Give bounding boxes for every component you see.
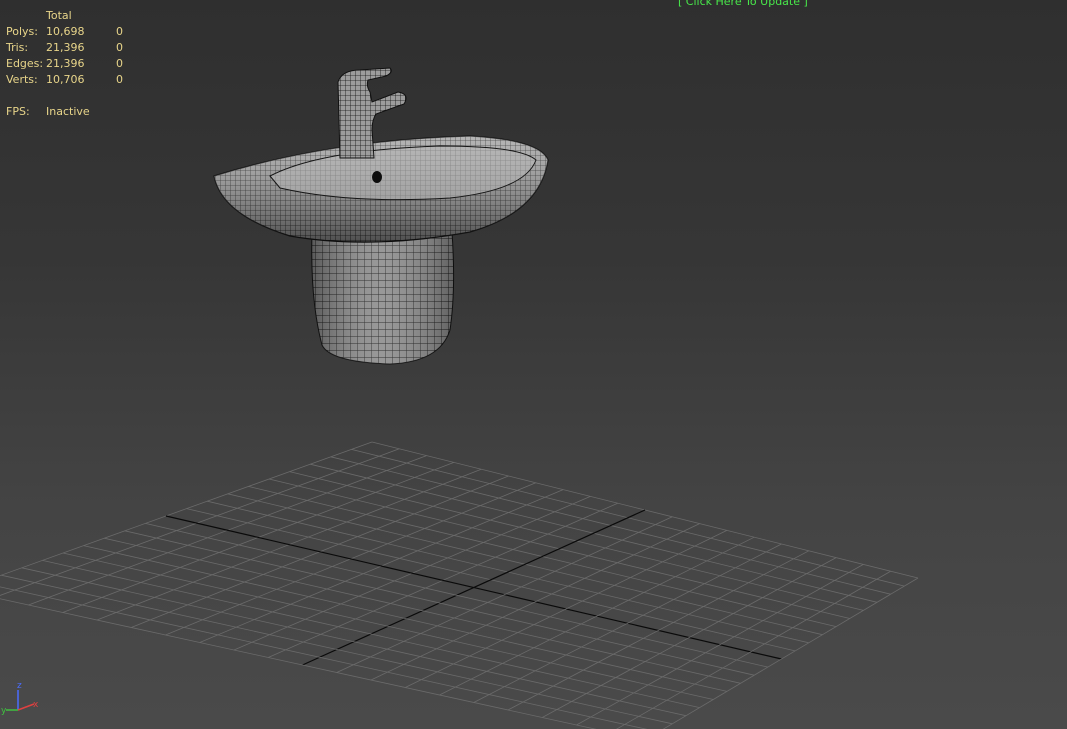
drain-hole	[372, 171, 382, 183]
polys-total: 10,698	[46, 25, 85, 38]
verts-label: Verts:	[6, 73, 38, 86]
pedestal-shading	[311, 232, 454, 364]
tris-selected: 0	[116, 41, 123, 54]
axis-z-label: z	[17, 681, 22, 691]
3d-viewport[interactable]: z x y Total Polys: 10,698 0 Tris: 21,396…	[0, 0, 1067, 729]
fps-label: FPS:	[6, 105, 30, 118]
tris-total: 21,396	[46, 41, 85, 54]
polys-label: Polys:	[6, 25, 38, 38]
axis-x-label: x	[33, 700, 39, 710]
edges-label: Edges:	[6, 57, 44, 70]
edges-total: 21,396	[46, 57, 85, 70]
home-grid	[0, 441, 919, 729]
viewport-scene[interactable]: z x y	[0, 0, 1067, 729]
stats-header: Total	[46, 9, 72, 22]
edges-selected: 0	[116, 57, 123, 70]
axis-tripod: z x y	[1, 681, 39, 716]
tris-label: Tris:	[6, 41, 29, 54]
axis-y-label: y	[1, 706, 7, 716]
polys-selected: 0	[116, 25, 123, 38]
fps-value: Inactive	[46, 105, 90, 118]
verts-total: 10,706	[46, 73, 85, 86]
verts-selected: 0	[116, 73, 123, 86]
update-link[interactable]: [ Click Here To Update ]	[678, 0, 808, 8]
sink-model[interactable]	[213, 67, 549, 365]
